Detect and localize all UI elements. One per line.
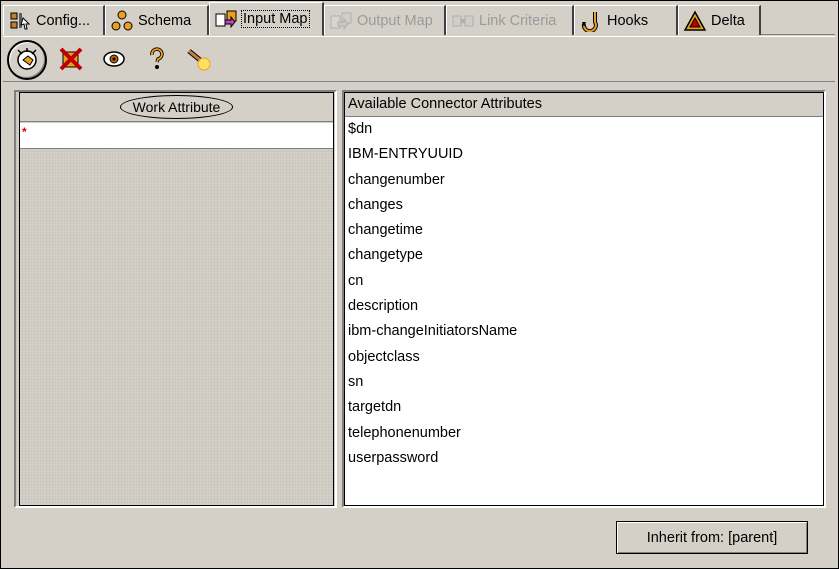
toolbar bbox=[3, 36, 835, 82]
connector-attributes-list: $dn IBM-ENTRYUUID changenumber changes c… bbox=[345, 117, 823, 471]
view-button[interactable] bbox=[94, 40, 134, 80]
list-item[interactable]: targetdn bbox=[345, 395, 823, 420]
output-map-icon bbox=[330, 10, 352, 32]
work-attribute-header-label: Work Attribute bbox=[119, 95, 234, 119]
new-row[interactable]: * bbox=[20, 123, 333, 149]
config-icon bbox=[9, 10, 31, 32]
connector-attributes-header[interactable]: Available Connector Attributes bbox=[345, 93, 823, 117]
tab-delta[interactable]: Delta bbox=[678, 5, 761, 35]
list-item[interactable]: objectclass bbox=[345, 345, 823, 370]
new-row-marker: * bbox=[22, 125, 27, 139]
list-item[interactable]: description bbox=[345, 294, 823, 319]
inherit-from-parent-button[interactable]: Inherit from: [parent] bbox=[616, 521, 808, 554]
help-button[interactable] bbox=[137, 40, 177, 80]
list-item[interactable]: userpassword bbox=[345, 446, 823, 471]
help-icon bbox=[144, 46, 170, 75]
work-attribute-header[interactable]: Work Attribute bbox=[20, 93, 333, 122]
connector-attributes-panel: Available Connector Attributes $dn IBM-E… bbox=[342, 90, 826, 508]
torch-button[interactable] bbox=[179, 40, 219, 80]
list-item[interactable]: changetime bbox=[345, 218, 823, 243]
tab-output-map[interactable]: Output Map bbox=[324, 5, 446, 35]
list-item[interactable]: changetype bbox=[345, 243, 823, 268]
list-item[interactable]: changes bbox=[345, 193, 823, 218]
delta-icon bbox=[683, 9, 707, 32]
list-item[interactable]: telephonenumber bbox=[345, 421, 823, 446]
list-item[interactable]: ibm-changeInitiatorsName bbox=[345, 319, 823, 344]
list-item[interactable]: IBM-ENTRYUUID bbox=[345, 142, 823, 167]
tab-hooks[interactable]: Hooks bbox=[574, 5, 678, 35]
list-item[interactable]: cn bbox=[345, 269, 823, 294]
view-icon bbox=[101, 46, 127, 75]
delete-icon bbox=[58, 46, 84, 75]
work-attribute-panel: Work Attribute * bbox=[14, 90, 337, 508]
connector-attributes-table: Available Connector Attributes $dn IBM-E… bbox=[344, 92, 824, 506]
schema-icon bbox=[111, 10, 133, 32]
tab-config[interactable]: Config... bbox=[3, 5, 105, 35]
torch-icon bbox=[186, 46, 212, 75]
work-attribute-table: Work Attribute * bbox=[19, 92, 334, 506]
list-item[interactable]: sn bbox=[345, 370, 823, 395]
delete-attribute-button[interactable] bbox=[51, 40, 91, 80]
add-attribute-button[interactable] bbox=[7, 40, 47, 80]
tab-input-map[interactable]: Input Map bbox=[209, 2, 324, 36]
add-attribute-icon bbox=[14, 46, 40, 75]
list-item[interactable]: $dn bbox=[345, 117, 823, 142]
tab-schema[interactable]: Schema bbox=[105, 5, 209, 35]
hooks-icon bbox=[580, 10, 602, 33]
list-item[interactable]: changenumber bbox=[345, 168, 823, 193]
link-criteria-icon bbox=[452, 10, 474, 32]
tab-link-criteria[interactable]: Link Criteria bbox=[446, 5, 574, 35]
tab-bar: Config... Schema Input Map Output Map Li… bbox=[3, 2, 835, 36]
input-map-icon bbox=[215, 8, 237, 30]
